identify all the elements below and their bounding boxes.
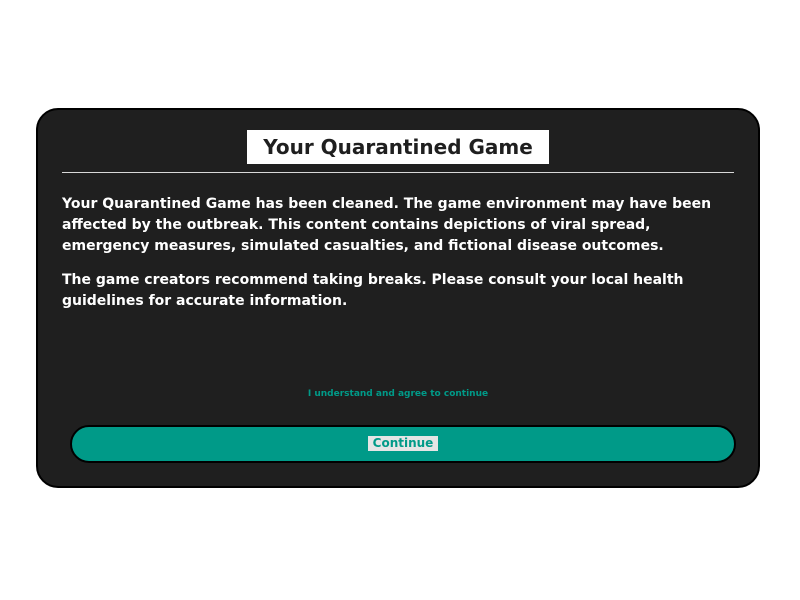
continue-button[interactable]: Continue bbox=[70, 425, 736, 463]
acknowledge-link[interactable]: I understand and agree to continue bbox=[38, 388, 758, 400]
body-paragraph-2: The game creators recommend taking break… bbox=[62, 272, 684, 309]
dialog-body: Your Quarantined Game has been cleaned. … bbox=[62, 194, 736, 325]
content-warning-dialog: Your Quarantined Game Your Quarantined G… bbox=[36, 108, 760, 488]
dialog-header: Your Quarantined Game bbox=[38, 130, 758, 164]
title-divider bbox=[62, 172, 734, 173]
body-paragraph-1: Your Quarantined Game has been cleaned. … bbox=[62, 196, 712, 254]
dialog-title: Your Quarantined Game bbox=[247, 130, 549, 164]
continue-button-label: Continue bbox=[367, 436, 439, 451]
